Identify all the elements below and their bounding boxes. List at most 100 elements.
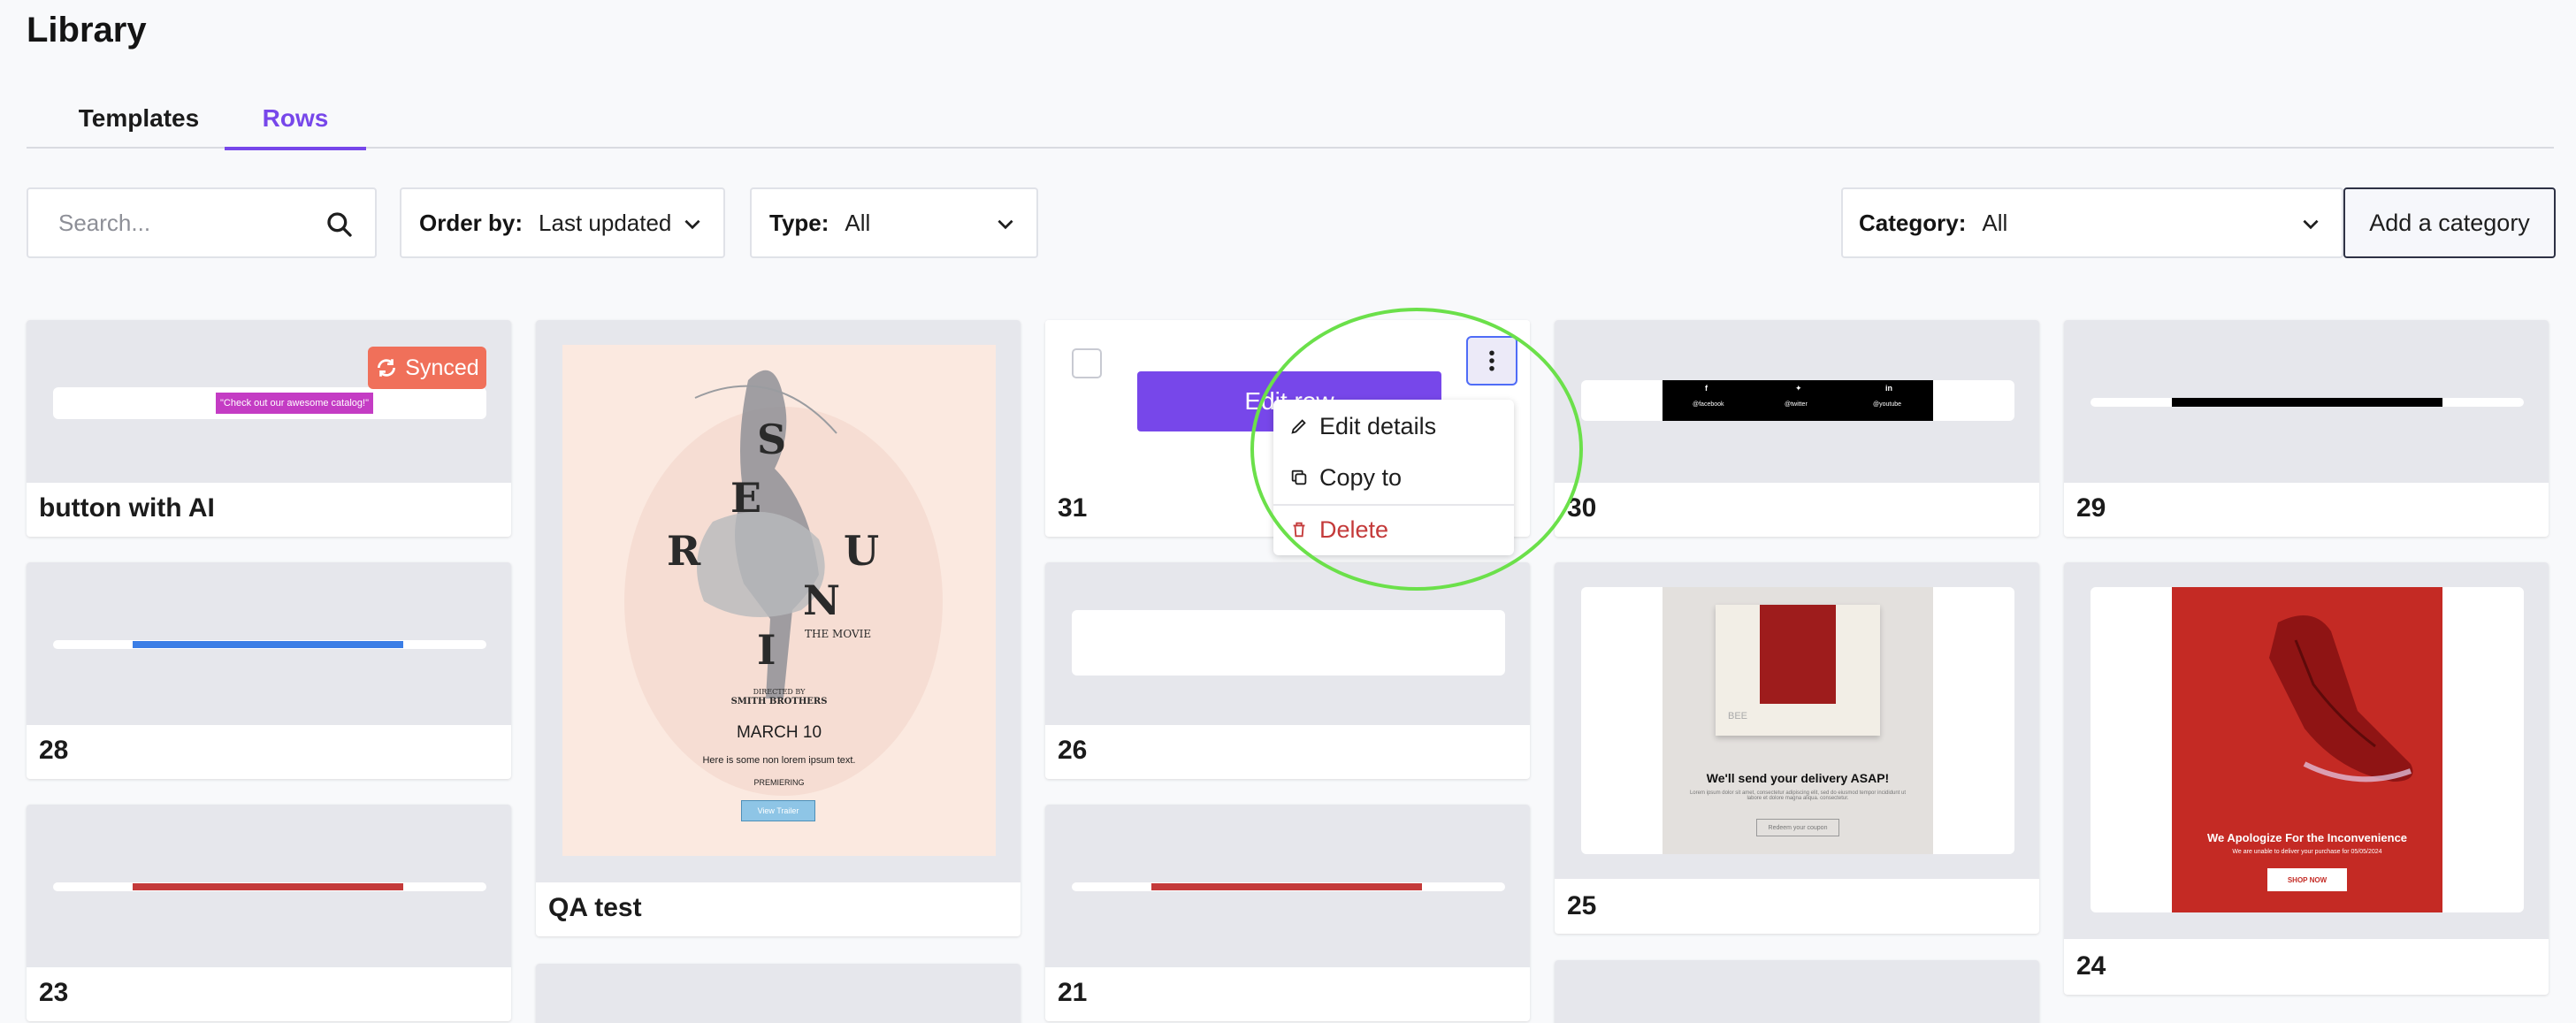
- box-brand: BEE: [1728, 711, 1748, 721]
- type-select[interactable]: Type: All: [750, 187, 1038, 258]
- preview-button: "Check out our awesome catalog!": [216, 393, 373, 414]
- badge-label: Synced: [405, 355, 479, 380]
- row-preview: "Check out our awesome catalog!": [53, 387, 486, 419]
- card-thumbnail: [1555, 960, 2039, 1023]
- search-box[interactable]: [27, 187, 377, 258]
- preview-bar: [1151, 883, 1422, 890]
- delivery-button: Redeem your coupon: [1756, 819, 1839, 836]
- poster-date: MARCH 10: [736, 723, 822, 742]
- category-label: Category:: [1859, 209, 1967, 236]
- card-title: 28: [39, 736, 69, 765]
- row-preview: f @facebook ✦ @twitter in @youtube: [1581, 380, 2014, 421]
- card-title: 29: [2076, 493, 2106, 523]
- poster-letter: R: [667, 527, 701, 575]
- apology-body: We are unable to deliver your purchase f…: [2232, 849, 2382, 855]
- synced-badge: Synced: [368, 347, 486, 389]
- social-bar: f @facebook ✦ @twitter in @youtube: [1663, 380, 1933, 421]
- poster-letter: E: [730, 474, 762, 522]
- row-card[interactable]: 21: [1045, 805, 1530, 1021]
- poster-letter: U: [844, 527, 880, 575]
- row-card[interactable]: 29: [2064, 320, 2549, 537]
- tabs: Templates Rows: [27, 88, 2554, 150]
- pencil-icon: [1291, 419, 1306, 434]
- sync-icon: [378, 359, 396, 377]
- apology-headline: We Apologize For the Inconvenience: [2206, 831, 2408, 844]
- chevron-down-icon: [684, 219, 700, 230]
- card-title: 26: [1058, 736, 1088, 765]
- card-title: 25: [1567, 891, 1597, 920]
- poster-premiering: PREMIERING: [753, 778, 805, 787]
- row-preview: [53, 640, 486, 649]
- social-handle: @facebook: [1693, 401, 1724, 408]
- preview-bar: [133, 883, 403, 890]
- row-context-menu: Edit details Copy to Delete: [1273, 400, 1514, 555]
- poster-director: SMITH BROTHERS: [730, 697, 828, 706]
- card-title: QA test: [548, 893, 642, 922]
- search-input[interactable]: [58, 209, 306, 237]
- row-preview: [1072, 882, 1505, 891]
- shop-now-button: SHOP NOW: [2267, 868, 2347, 891]
- row-preview: [2091, 398, 2524, 407]
- menu-item-delete[interactable]: Delete: [1273, 504, 1514, 553]
- sneaker-image: [2269, 615, 2413, 783]
- order-by-value: Last updated: [539, 209, 672, 236]
- poster-body: Here is some non lorem ipsum text.: [702, 755, 856, 766]
- card-title: button with AI: [39, 493, 215, 523]
- row-card[interactable]: f @facebook ✦ @twitter in @youtube 30: [1555, 320, 2039, 537]
- poster-letter: I: [757, 626, 776, 674]
- row-preview: [1072, 610, 1505, 676]
- twitter-icon: ✦: [1795, 384, 1802, 393]
- preview-bar: [133, 641, 403, 648]
- product-box: BEE: [1716, 605, 1880, 736]
- order-by-label: Order by:: [419, 209, 524, 236]
- row-card[interactable]: We Apologize For the Inconvenience We ar…: [2064, 562, 2549, 995]
- select-checkbox[interactable]: [1072, 348, 1102, 378]
- linkedin-icon: in: [1885, 384, 1892, 393]
- row-card[interactable]: 28: [27, 562, 511, 779]
- tab-templates[interactable]: Templates: [65, 104, 212, 149]
- chevron-down-icon: [2303, 219, 2319, 230]
- card-title: 31: [1058, 493, 1088, 523]
- poster-letter: N: [803, 576, 841, 624]
- row-card[interactable]: [536, 964, 1020, 1023]
- tab-rows[interactable]: Rows: [225, 104, 366, 150]
- type-label: Type:: [769, 209, 829, 236]
- card-title: 24: [2076, 951, 2106, 981]
- search-icon[interactable]: [325, 210, 354, 239]
- trash-icon: [1293, 522, 1305, 538]
- category-value: All: [1982, 209, 2008, 236]
- row-card[interactable]: "Check out our awesome catalog!" Synced …: [27, 320, 511, 537]
- box-band: [1760, 605, 1836, 704]
- order-by-select[interactable]: Order by: Last updated: [400, 187, 725, 258]
- category-select[interactable]: Category: All: [1841, 187, 2343, 258]
- more-options-button[interactable]: [1466, 336, 1517, 386]
- poster-button: View Trailer: [741, 800, 815, 821]
- poster-preview: S E R U N I THE MOVIE DIRECTED BY SMITH …: [562, 345, 996, 856]
- card-title: 30: [1567, 493, 1597, 523]
- row-card[interactable]: S E R U N I THE MOVIE DIRECTED BY SMITH …: [536, 320, 1020, 936]
- poster-tagline: THE MOVIE: [805, 628, 872, 640]
- row-preview: BEE We'll send your delivery ASAP! Lorem…: [1581, 587, 2014, 854]
- row-card[interactable]: [1555, 960, 2039, 1023]
- row-card[interactable]: 23: [27, 805, 511, 1021]
- menu-item-label: Delete: [1319, 515, 1389, 543]
- row-preview: [53, 882, 486, 891]
- apology-panel: We Apologize For the Inconvenience We ar…: [2172, 587, 2442, 912]
- menu-item-label: Edit details: [1319, 412, 1437, 439]
- row-card[interactable]: BEE We'll send your delivery ASAP! Lorem…: [1555, 562, 2039, 934]
- more-vertical-icon: [1489, 350, 1494, 371]
- menu-item-copy-to[interactable]: Copy to: [1273, 453, 1514, 502]
- row-card[interactable]: 26: [1045, 562, 1530, 779]
- menu-item-edit-details[interactable]: Edit details: [1273, 401, 1514, 451]
- preview-bar: [2172, 398, 2442, 407]
- add-category-button[interactable]: Add a category: [2343, 187, 2556, 258]
- page-title: Library: [27, 11, 147, 50]
- card-thumbnail: [536, 964, 1020, 1023]
- social-handle: @twitter: [1785, 401, 1808, 408]
- row-preview: We Apologize For the Inconvenience We ar…: [2091, 587, 2524, 912]
- copy-icon: [1291, 470, 1307, 485]
- poster-directed-by: DIRECTED BY: [753, 688, 806, 696]
- menu-item-label: Copy to: [1319, 463, 1403, 491]
- facebook-icon: f: [1705, 384, 1708, 393]
- delivery-headline: We'll send your delivery ASAP!: [1706, 771, 1890, 785]
